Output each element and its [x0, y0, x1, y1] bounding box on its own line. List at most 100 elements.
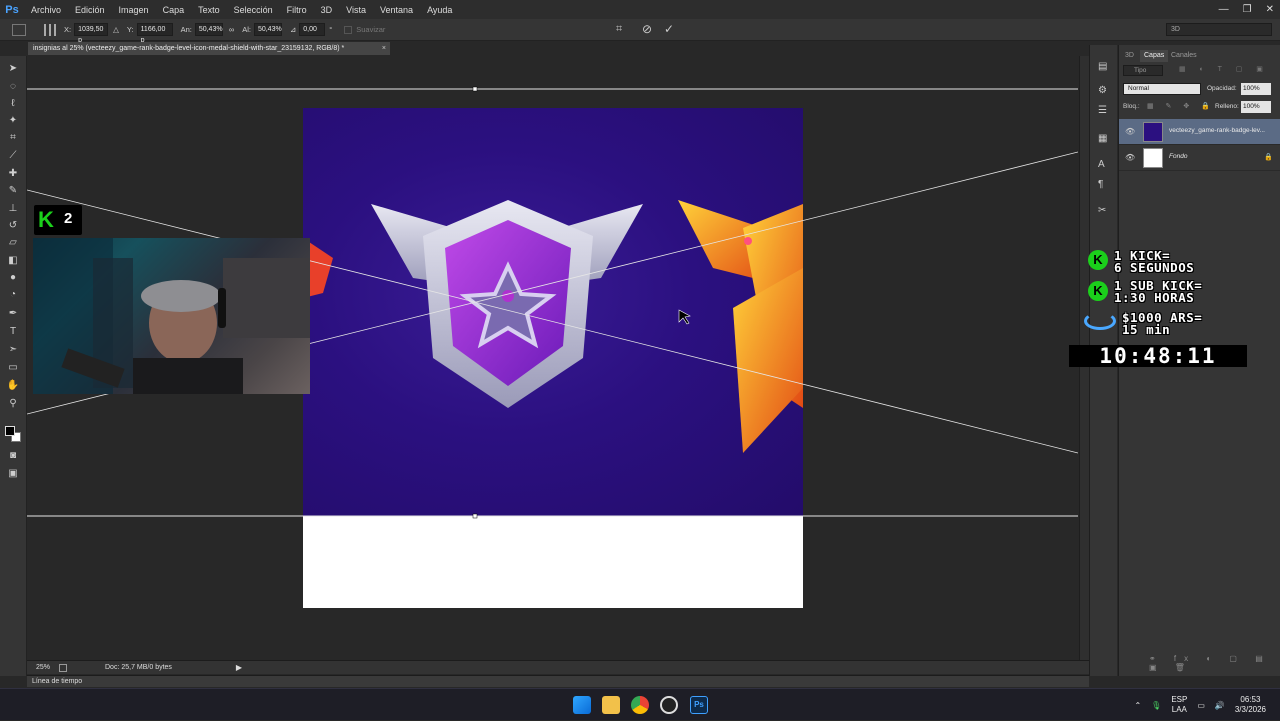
status-info-icon[interactable]: [59, 663, 67, 672]
move-tool-preset-icon[interactable]: [12, 23, 26, 36]
status-menu-arrow-icon[interactable]: ▶: [236, 663, 242, 672]
blend-mode-select[interactable]: Normal: [1123, 83, 1201, 95]
path-selection-icon[interactable]: ➣: [6, 343, 20, 357]
layer-row[interactable]: 👁 vecteezy_game-rank-badge-lev...: [1119, 119, 1280, 145]
obs-icon[interactable]: [660, 696, 678, 714]
brush-tool-icon[interactable]: ✎: [6, 184, 20, 198]
lasso-tool-icon[interactable]: ℓ: [6, 97, 20, 111]
fill-field[interactable]: 100%: [1241, 101, 1271, 113]
smooth-checkbox[interactable]: [344, 25, 353, 34]
layer-name[interactable]: Fondo: [1169, 153, 1187, 160]
height-field[interactable]: 50,43%: [253, 23, 282, 36]
microphone-icon[interactable]: 🎙: [1151, 701, 1161, 710]
workspace-select[interactable]: 3D: [1166, 23, 1272, 36]
quick-mask-icon[interactable]: ◙: [6, 449, 20, 463]
width-field[interactable]: 50,43%: [194, 23, 223, 36]
gradient-tool-icon[interactable]: ◧: [6, 254, 20, 268]
warp-icon[interactable]: ⌗: [616, 23, 622, 36]
restore-button[interactable]: ❐: [1243, 4, 1252, 15]
layer-thumbnail: [1143, 122, 1163, 142]
menu-ayuda[interactable]: Ayuda: [420, 5, 459, 15]
badge-image-layer[interactable]: [303, 108, 803, 516]
actions-panel-icon[interactable]: ⚙: [1098, 85, 1107, 96]
foreground-color-swatch[interactable]: [5, 426, 15, 436]
fill-label: Relleno:: [1215, 103, 1239, 110]
options-bar: X: 1039,50 p △ Y: 1166,00 p An: 50,43% ∞…: [0, 19, 1280, 44]
windows-start-icon[interactable]: [573, 696, 591, 714]
close-document-icon[interactable]: ×: [382, 42, 386, 55]
menu-vista[interactable]: Vista: [339, 5, 373, 15]
stamp-tool-icon[interactable]: ⊥: [6, 202, 20, 216]
menu-capa[interactable]: Capa: [156, 5, 192, 15]
reference-point-icon[interactable]: [44, 23, 56, 36]
healing-brush-icon[interactable]: ✚: [6, 167, 20, 181]
clock[interactable]: 06:53 3/3/2026: [1235, 695, 1266, 715]
pen-tool-icon[interactable]: ✒: [6, 307, 20, 321]
delta-icon[interactable]: △: [113, 25, 119, 34]
y-field[interactable]: 1166,00 p: [136, 23, 173, 44]
document-info: Doc: 25,7 MB/0 bytes: [105, 664, 172, 671]
commit-transform-icon[interactable]: ✓: [664, 22, 674, 36]
tab-capas[interactable]: Capas: [1140, 50, 1169, 62]
language-indicator[interactable]: ESP LAA: [1171, 695, 1187, 715]
rank-badges-artwork: [303, 200, 803, 453]
cancel-transform-icon[interactable]: ⊘: [642, 22, 652, 36]
move-tool-icon[interactable]: ➤: [6, 62, 20, 76]
photoshop-taskbar-icon[interactable]: Ps: [690, 696, 708, 714]
volume-icon[interactable]: 🔊: [1215, 701, 1225, 710]
zoom-level[interactable]: 25%: [27, 664, 59, 671]
adjustments-panel-icon[interactable]: ☰: [1098, 105, 1107, 116]
document-canvas[interactable]: [303, 108, 803, 608]
tools-presets-icon[interactable]: ✂: [1098, 205, 1106, 216]
minimize-button[interactable]: —: [1219, 4, 1229, 15]
menu-3d[interactable]: 3D: [314, 5, 340, 15]
filter-icons[interactable]: ▦ ◐ T ▢ ▣: [1179, 65, 1269, 76]
menu-filtro[interactable]: Filtro: [280, 5, 314, 15]
tab-3d[interactable]: 3D: [1121, 50, 1138, 62]
layer-name[interactable]: vecteezy_game-rank-badge-lev...: [1169, 127, 1265, 134]
tray-chevron-icon[interactable]: ⌃: [1134, 701, 1141, 710]
layer-filter-select[interactable]: Tipo: [1123, 65, 1163, 76]
angle-field[interactable]: 0,00: [299, 23, 326, 36]
lock-icons[interactable]: ▦ ✎ ✥ 🔒: [1147, 102, 1215, 110]
crop-tool-icon[interactable]: ⌗: [6, 131, 20, 145]
close-button[interactable]: ✕: [1266, 4, 1274, 15]
menu-imagen[interactable]: Imagen: [112, 5, 156, 15]
x-field[interactable]: 1039,50 p: [74, 23, 109, 44]
opacity-field[interactable]: 100%: [1241, 83, 1271, 95]
network-icon[interactable]: ▭: [1197, 701, 1205, 710]
eyedropper-icon[interactable]: ⟋: [6, 149, 20, 163]
menu-archivo[interactable]: Archivo: [24, 5, 68, 15]
clock-time: 06:53: [1240, 695, 1261, 704]
type-tool-icon[interactable]: T: [6, 325, 20, 339]
visibility-eye-icon[interactable]: 👁: [1125, 127, 1135, 136]
dodge-tool-icon[interactable]: ◔: [6, 288, 20, 302]
screen-mode-icon[interactable]: ▣: [6, 467, 20, 481]
zoom-tool-icon[interactable]: ⚲: [6, 397, 20, 411]
paragraph-panel-icon[interactable]: ¶: [1098, 179, 1103, 190]
menu-texto[interactable]: Texto: [191, 5, 227, 15]
magic-wand-icon[interactable]: ✦: [6, 114, 20, 128]
menu-ventana[interactable]: Ventana: [373, 5, 420, 15]
menu-seleccion[interactable]: Selección: [227, 5, 280, 15]
document-tab[interactable]: insignias al 25% (vecteezy_game-rank-bad…: [28, 42, 390, 55]
visibility-eye-icon[interactable]: 👁: [1125, 153, 1135, 162]
layer-row[interactable]: 👁 Fondo 🔒: [1119, 145, 1280, 171]
file-explorer-icon[interactable]: [602, 696, 620, 714]
tab-canales[interactable]: Canales: [1167, 50, 1201, 62]
width-label: An:: [180, 25, 192, 34]
shape-tool-icon[interactable]: ▭: [6, 361, 20, 375]
marquee-tool-icon[interactable]: ◌: [6, 80, 20, 94]
character-panel-icon[interactable]: A: [1098, 159, 1105, 170]
blur-tool-icon[interactable]: ●: [6, 271, 20, 285]
hand-tool-icon[interactable]: ✋: [6, 379, 20, 393]
menu-edicion[interactable]: Edición: [68, 5, 112, 15]
timeline-panel-tab[interactable]: Línea de tiempo: [27, 675, 1089, 687]
chrome-icon[interactable]: [631, 696, 649, 714]
history-panel-icon[interactable]: ▤: [1098, 61, 1107, 72]
properties-panel-icon[interactable]: ▦: [1098, 133, 1107, 144]
eraser-tool-icon[interactable]: ▱: [6, 236, 20, 250]
link-icon[interactable]: ∞: [229, 25, 234, 34]
smooth-label: Suavizar: [356, 25, 386, 34]
history-brush-icon[interactable]: ↺: [6, 219, 20, 233]
